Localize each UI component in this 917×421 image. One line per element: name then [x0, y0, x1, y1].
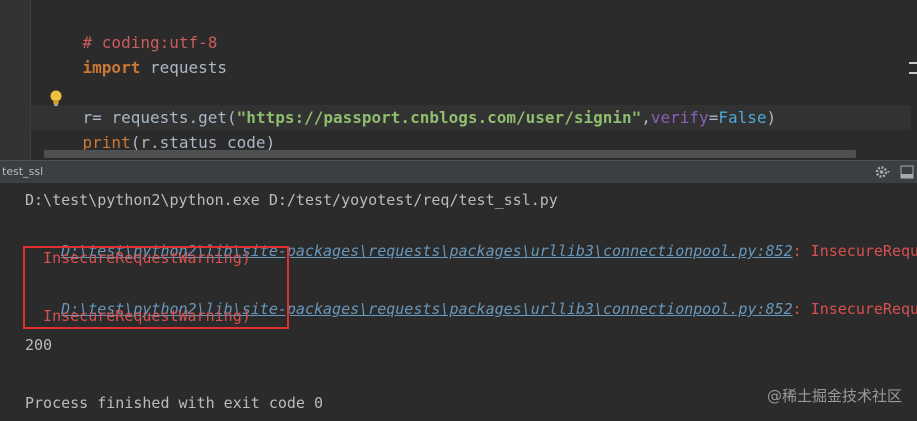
- lightbulb-icon[interactable]: [49, 89, 63, 107]
- equals-token: =: [708, 108, 719, 127]
- error-stripe: [909, 0, 917, 160]
- horizontal-scrollbar[interactable]: [44, 150, 856, 158]
- console-output-line: 200: [25, 336, 53, 354]
- false-literal: False: [718, 108, 767, 127]
- warning-text: : InsecureRequestWa: [792, 300, 917, 318]
- stripe-mark[interactable]: [909, 72, 917, 74]
- code-line-2[interactable]: import requests: [44, 30, 228, 77]
- console-warning-line: D:\test\python2\lib\site-packages\reques…: [25, 218, 917, 260]
- code-line-1[interactable]: # coding:utf-8: [44, 5, 218, 52]
- console-command-line: D:\test\python2\python.exe D:/test/yoyot…: [25, 191, 558, 209]
- gear-icon[interactable]: [875, 164, 891, 180]
- stripe-mark[interactable]: [909, 62, 917, 64]
- warning-text: : InsecureRequestWa: [792, 242, 917, 260]
- run-tool-window-header: test_ssl: [0, 160, 917, 184]
- highlight-annotation-box: [23, 246, 289, 329]
- verify-param: verify: [650, 108, 709, 127]
- code-line-4[interactable]: r= requests.get("https://passport.cnblog…: [44, 80, 777, 127]
- url-string: "https://passport.cnblogs.com/user/signi…: [236, 108, 642, 127]
- module-name: requests: [140, 58, 228, 77]
- comma-token: ,: [641, 108, 651, 127]
- console-exit-message: Process finished with exit code 0: [25, 394, 324, 412]
- code-editor[interactable]: # coding:utf-8 import requests r= reques…: [0, 0, 917, 160]
- hide-panel-icon[interactable]: [900, 165, 914, 179]
- close-paren-token: ): [766, 108, 777, 127]
- code-line-5[interactable]: print(r.status_code): [44, 105, 276, 152]
- run-tab-title[interactable]: test_ssl: [2, 165, 43, 179]
- watermark: @稀土掘金技术社区: [766, 387, 902, 405]
- import-keyword: import: [82, 58, 141, 77]
- editor-gutter[interactable]: [0, 0, 31, 160]
